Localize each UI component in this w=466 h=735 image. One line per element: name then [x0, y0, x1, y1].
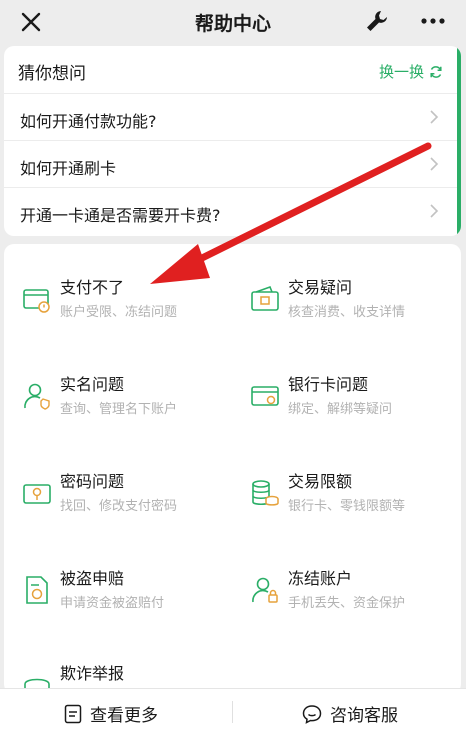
category-freeze-account[interactable]: 冻结账户 手机丢失、资金保护: [236, 565, 456, 625]
view-more-button[interactable]: 查看更多: [64, 701, 158, 726]
user-lock-icon: [252, 577, 278, 603]
category-title: 密码问题: [60, 472, 125, 491]
category-grid: 支付不了 账户受限、冻结问题 交易疑问 核查消费、收支详情 实名问题 查询、管理…: [4, 244, 461, 694]
refresh-icon: [430, 65, 442, 78]
category-subtitle: 手机丢失、资金保护: [288, 596, 406, 611]
document-icon: [64, 704, 82, 723]
view-more-label: 查看更多: [90, 706, 158, 726]
category-limit[interactable]: 交易限额 银行卡、零钱限额等: [236, 468, 456, 528]
category-transaction-query[interactable]: 交易疑问 核查消费、收支详情: [236, 274, 456, 334]
category-real-name[interactable]: 实名问题 查询、管理名下账户: [8, 371, 228, 431]
faq-item[interactable]: 开通一卡通是否需要开卡费?: [4, 188, 457, 235]
category-subtitle: 申请资金被盗赔付: [60, 596, 165, 611]
bank-card-icon: [251, 386, 279, 406]
category-bank-card[interactable]: 银行卡问题 绑定、解绑等疑问: [236, 371, 456, 431]
customer-service-button[interactable]: 咨询客服: [302, 701, 398, 726]
refresh-label: 换一换: [378, 63, 424, 81]
divider: [232, 701, 233, 723]
refresh-button[interactable]: 换一换: [379, 61, 443, 82]
wallet-icon: [251, 285, 279, 311]
faq-question: 如何开通付款功能?: [20, 112, 157, 131]
category-payment-failed[interactable]: 支付不了 账户受限、冻结问题: [8, 274, 228, 334]
customer-service-label: 咨询客服: [330, 706, 398, 726]
faq-item[interactable]: 如何开通付款功能?: [4, 94, 457, 141]
user-verify-icon: [24, 383, 50, 410]
faq-header: 猜你想问 换一换: [4, 46, 457, 94]
category-subtitle: 找回、修改支付密码: [60, 499, 178, 514]
wrench-icon[interactable]: [364, 8, 390, 34]
category-title: 冻结账户: [288, 569, 353, 588]
category-theft-claim[interactable]: 被盗申赔 申请资金被盗赔付: [8, 565, 228, 625]
category-subtitle: 查询、管理名下账户: [60, 402, 178, 417]
category-title: 欺诈举报: [60, 664, 125, 683]
chevron-right-icon: [430, 204, 439, 218]
faq-title: 猜你想问: [18, 64, 86, 84]
category-title: 交易限额: [288, 472, 353, 491]
accent-bar: [457, 46, 461, 236]
category-subtitle: 银行卡、零钱限额等: [288, 499, 406, 514]
category-subtitle: 账户受限、冻结问题: [60, 305, 178, 320]
faq-item[interactable]: 如何开通刷卡: [4, 141, 457, 188]
page-title: 帮助中心: [194, 13, 271, 35]
category-title: 支付不了: [60, 278, 125, 297]
faq-question: 如何开通刷卡: [20, 159, 117, 178]
chat-bubble-icon: [302, 704, 322, 724]
faq-card: 猜你想问 换一换 如何开通付款功能? 如何开通刷卡 开通一卡通是否需要开卡费?: [4, 46, 461, 236]
category-title: 被盗申赔: [60, 569, 125, 588]
category-subtitle: 核查消费、收支详情: [288, 305, 406, 320]
coins-icon: [252, 480, 279, 506]
password-icon: [23, 484, 51, 504]
chevron-right-icon: [430, 157, 439, 171]
category-title: 实名问题: [60, 375, 125, 394]
chevron-right-icon: [430, 110, 439, 124]
category-title: 交易疑问: [288, 278, 353, 297]
more-icon[interactable]: [419, 8, 447, 34]
card-alert-icon: [23, 289, 50, 313]
claim-doc-icon: [26, 576, 48, 604]
faq-question: 开通一卡通是否需要开卡费?: [20, 206, 221, 225]
title-bar: 帮助中心: [0, 0, 466, 44]
bottom-bar: 查看更多 咨询客服: [0, 688, 466, 735]
category-title: 银行卡问题: [288, 375, 369, 394]
category-password[interactable]: 密码问题 找回、修改支付密码: [8, 468, 228, 528]
category-subtitle: 绑定、解绑等疑问: [288, 402, 393, 417]
